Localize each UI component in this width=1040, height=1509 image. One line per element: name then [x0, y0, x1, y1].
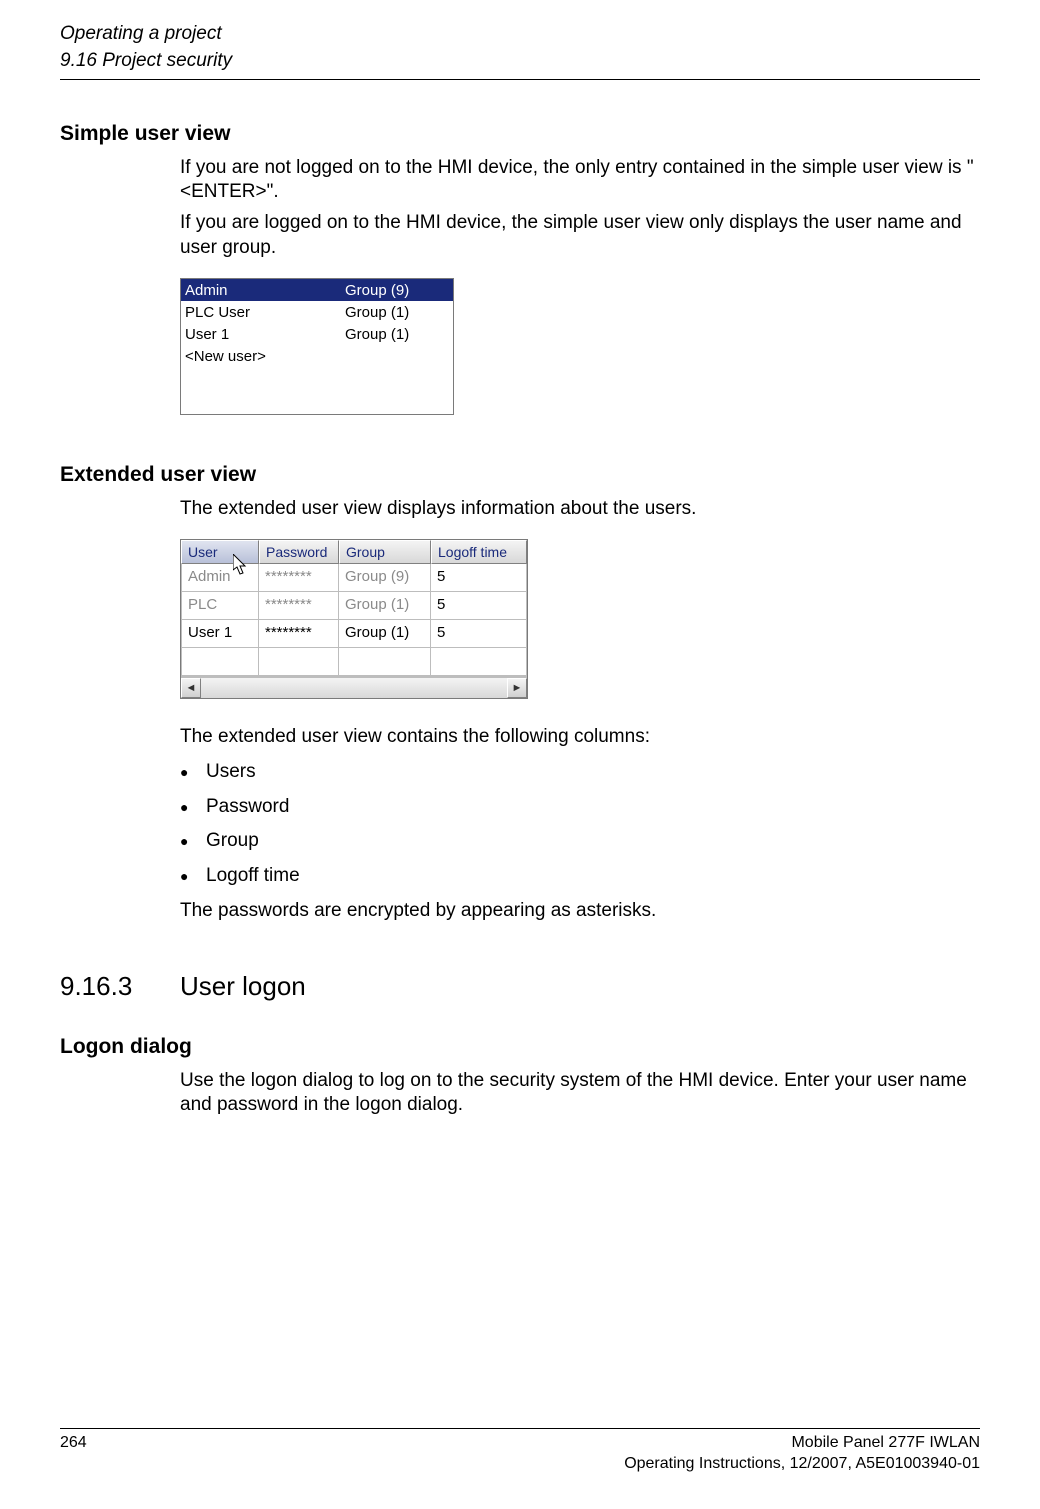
scroll-right-icon[interactable]: ►: [507, 678, 527, 698]
ext-cell-group: Group (1): [339, 620, 431, 648]
simple-cell-user: PLC User: [185, 303, 345, 323]
ext-header-logoff[interactable]: Logoff time: [431, 540, 527, 564]
footer-doc-title: Mobile Panel 277F IWLAN: [624, 1433, 980, 1454]
ext-cell-group: Group (1): [339, 592, 431, 620]
simple-cell-group: Group (1): [345, 325, 449, 345]
simple-para-1: If you are not logged on to the HMI devi…: [180, 156, 980, 205]
ext-cell-logoff: 5: [431, 592, 527, 620]
ext-cell-group: [339, 648, 431, 676]
ext-cell-password: ********: [259, 592, 339, 620]
simple-para-2: If you are logged on to the HMI device, …: [180, 211, 980, 260]
ext-cell-user: Admin: [181, 564, 259, 592]
extended-bullet-list: Users Password Group Logoff time: [180, 760, 980, 889]
ext-cell-password: ********: [259, 564, 339, 592]
footer-rule: [60, 1428, 980, 1429]
ext-cell-user: PLC User: [181, 592, 259, 620]
extended-para-1: The extended user view displays informat…: [180, 497, 980, 522]
simple-row[interactable]: PLC User Group (1): [181, 301, 453, 323]
ext-header-user[interactable]: User: [181, 540, 259, 564]
bullet-group: Group: [180, 829, 980, 854]
bullet-password: Password: [180, 795, 980, 820]
ext-cell-logoff: 5: [431, 620, 527, 648]
running-header-section: 9.16 Project security: [60, 49, 980, 74]
simple-cell-user: User 1: [185, 325, 345, 345]
ext-cell-user: User 1: [181, 620, 259, 648]
ext-cell-logoff: [431, 648, 527, 676]
subsection-title: User logon: [180, 970, 306, 1004]
ext-cell-user: [181, 648, 259, 676]
ext-row[interactable]: User 1 ******** Group (1) 5: [181, 620, 527, 648]
header-rule: [60, 79, 980, 80]
simple-cell-user: <New user>: [185, 347, 345, 367]
bullet-users: Users: [180, 760, 980, 785]
logon-para-1: Use the logon dialog to log on to the se…: [180, 1069, 980, 1118]
heading-simple-user-view: Simple user view: [60, 120, 980, 147]
ext-cell-logoff: 5: [431, 564, 527, 592]
page-footer: 264 Mobile Panel 277F IWLAN Operating In…: [60, 1428, 980, 1475]
subsection-number: 9.16.3: [60, 970, 180, 1004]
simple-user-view-widget[interactable]: Admin Group (9) PLC User Group (1) User …: [180, 278, 454, 415]
running-header-chapter: Operating a project: [60, 22, 980, 47]
subsection-heading: 9.16.3 User logon: [60, 970, 980, 1004]
ext-row[interactable]: PLC User ******** Group (1) 5: [181, 592, 527, 620]
ext-cell-password: ********: [259, 620, 339, 648]
ext-cell-group: Group (9): [339, 564, 431, 592]
simple-row[interactable]: <New user>: [181, 345, 453, 367]
extended-user-view-widget[interactable]: User Password Group Logoff time Admin **…: [180, 539, 528, 699]
scroll-left-icon[interactable]: ◄: [181, 678, 201, 698]
ext-header-row: User Password Group Logoff time: [181, 540, 527, 564]
ext-horizontal-scrollbar[interactable]: ◄ ►: [181, 677, 527, 698]
heading-extended-user-view: Extended user view: [60, 461, 980, 488]
simple-cell-group: Group (1): [345, 303, 449, 323]
bullet-logoff: Logoff time: [180, 864, 980, 889]
simple-row[interactable]: User 1 Group (1): [181, 323, 453, 345]
extended-para-3: The passwords are encrypted by appearing…: [180, 899, 980, 924]
ext-cell-password: [259, 648, 339, 676]
footer-doc-id: Operating Instructions, 12/2007, A5E0100…: [624, 1454, 980, 1475]
simple-cell-group: Group (9): [345, 281, 449, 301]
ext-header-group[interactable]: Group: [339, 540, 431, 564]
extended-para-2: The extended user view contains the foll…: [180, 725, 980, 750]
ext-row-empty[interactable]: [181, 648, 527, 676]
ext-header-password[interactable]: Password: [259, 540, 339, 564]
footer-page-number: 264: [60, 1433, 87, 1475]
heading-logon-dialog: Logon dialog: [60, 1033, 980, 1060]
ext-row[interactable]: Admin ******** Group (9) 5: [181, 564, 527, 592]
simple-row[interactable]: Admin Group (9): [181, 279, 453, 301]
simple-cell-user: Admin: [185, 281, 345, 301]
